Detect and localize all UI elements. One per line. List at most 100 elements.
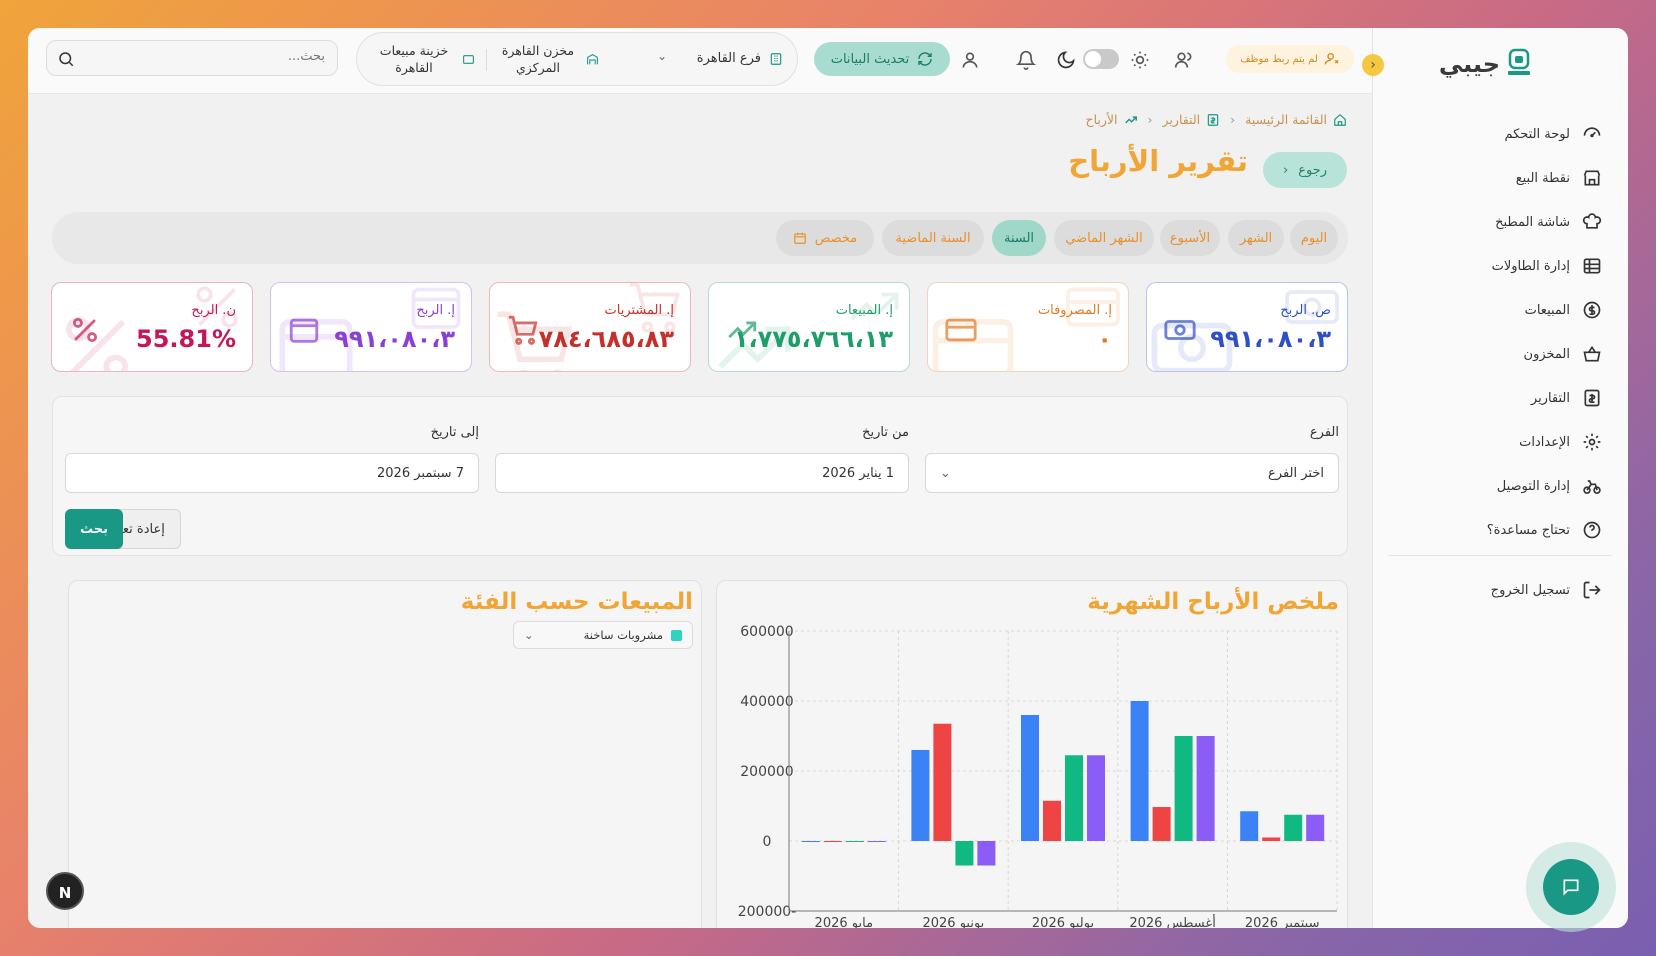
breadcrumb-reports[interactable]: التقارير: [1163, 112, 1201, 127]
chart-bar: [845, 841, 864, 842]
safe-label: خزينة مبيعات القاهرة: [379, 43, 449, 75]
chevron-down-icon[interactable]: ⌄: [657, 49, 667, 63]
collapse-sidebar-button[interactable]: ‹: [1362, 54, 1384, 76]
breadcrumb-separator: ‹: [1230, 112, 1236, 127]
sidebar-item-4[interactable]: المبيعات: [1397, 288, 1602, 332]
bike-icon: [1583, 480, 1601, 494]
safe-selector[interactable]: خزينة مبيعات القاهرة: [374, 42, 475, 76]
branch-label: فرع القاهرة: [696, 51, 761, 66]
logout-button[interactable]: تسجيل الخروج: [1491, 580, 1602, 600]
cart-icon: [508, 315, 538, 345]
chevron-down-icon: ⌄: [940, 465, 951, 481]
summary-cards: ص. الربح ٩٩١،٠٨٠،٣ إ. المصروفات ٠ إ. المبيعا…: [51, 282, 1348, 374]
home-icon[interactable]: [1333, 113, 1347, 127]
sidebar-item-0[interactable]: لوحة التحكم: [1397, 112, 1602, 156]
sidebar-item-label: التقارير: [1530, 390, 1570, 406]
sidebar-item-9[interactable]: تحتاج مساعدة؟: [1397, 508, 1602, 552]
credit-card-icon: [945, 318, 977, 342]
summary-card-1: إ. المصروفات ٠: [927, 282, 1129, 372]
y-tick-label: 600000: [740, 624, 793, 640]
branch-selector[interactable]: فرع القاهرة: [697, 51, 783, 66]
summary-card-3: إ. المشتريات ٧٨٤،٦٨٥،٨٣: [489, 282, 691, 372]
tab-period-3[interactable]: الشهر الماضي: [1054, 220, 1154, 256]
category-select[interactable]: مشروبات ساخنة ⌄: [513, 621, 693, 649]
help-icon: [1583, 521, 1601, 539]
period-label: مخصص: [814, 230, 858, 246]
sun-icon[interactable]: [1130, 50, 1150, 70]
tab-period-4[interactable]: السنة: [992, 220, 1046, 256]
dollar-circle-icon: [1583, 301, 1601, 319]
sidebar-nav: لوحة التحكم نقطة البيع شاشة المطبخ إدارة ال…: [1397, 112, 1602, 552]
tab-period-6[interactable]: مخصص: [776, 220, 874, 256]
topbar: لم يتم ربط موظف تحديث البيانات فرع القاه…: [28, 28, 1372, 94]
moon-icon[interactable]: [1056, 50, 1076, 70]
to-date-input[interactable]: 7 سبتمبر 2026: [65, 453, 479, 493]
search-input[interactable]: [85, 49, 325, 64]
chart-bar: [823, 841, 842, 842]
brand-name: جيبي: [1438, 50, 1500, 78]
chart-bar: [801, 841, 820, 842]
tab-period-1[interactable]: الشهر: [1228, 220, 1284, 256]
summary-card-2: إ. المبيعات ١،٧٧٥،٧٦٦،١٣: [708, 282, 910, 372]
chart-bar: [1043, 800, 1061, 841]
tab-period-5[interactable]: السنة الماضية: [882, 220, 984, 256]
basket-icon: [1583, 345, 1601, 362]
period-label: السنة الماضية: [895, 230, 971, 246]
sidebar-item-label: إدارة التوصيل: [1496, 478, 1570, 494]
category-color-swatch: [671, 629, 682, 641]
store-selector[interactable]: مخزن القاهرة المركزي: [498, 42, 599, 76]
theme-toggle[interactable]: [1083, 49, 1119, 69]
store-label: مخزن القاهرة المركزي: [501, 43, 575, 75]
chevron-left-icon: ‹: [1370, 57, 1376, 73]
search-button[interactable]: بحث: [65, 509, 123, 549]
card-value: ٩٩١،٠٨٠،٣: [334, 325, 455, 353]
chef-hat-icon: [1582, 213, 1602, 229]
table-icon: [1583, 258, 1601, 274]
from-date-input[interactable]: 1 يناير 2026: [495, 453, 909, 493]
branch-filter-select[interactable]: اختر الفرع ⌄: [925, 453, 1339, 493]
branch-filter-value: اختر الفرع: [1268, 465, 1324, 481]
sidebar-item-2[interactable]: شاشة المطبخ: [1397, 200, 1602, 244]
users-icon[interactable]: [1174, 50, 1194, 70]
sidebar-item-5[interactable]: المخزون: [1397, 332, 1602, 376]
chat-button[interactable]: [1526, 842, 1616, 932]
location-selector: فرع القاهرة ⌄ مخزن القاهرة المركزي خزينة…: [356, 32, 798, 86]
location-divider: [486, 49, 487, 71]
chart-bar: [867, 841, 886, 842]
period-label: الشهر: [1239, 230, 1273, 246]
employee-badge-label: لم يتم ربط موظف: [1240, 53, 1318, 65]
wallet-icon: [289, 318, 319, 343]
tab-period-2[interactable]: الأسبوع: [1160, 220, 1220, 256]
money-icon: [1164, 320, 1196, 340]
sidebar-item-7[interactable]: الإعدادات: [1397, 420, 1602, 464]
x-tick-label: يونيو 2026: [922, 916, 984, 928]
refresh-data-button[interactable]: تحديث البيانات: [814, 42, 950, 76]
sidebar-item-1[interactable]: نقطة البيع: [1397, 156, 1602, 200]
category-sales-title: المبيعات حسب الفئة: [460, 589, 693, 615]
card-label: إ. المصروفات: [1037, 303, 1112, 318]
y-tick-label: -200000: [738, 904, 797, 920]
sidebar-item-label: تحتاج مساعدة؟: [1486, 522, 1570, 538]
back-button[interactable]: رجوع ‹: [1263, 152, 1347, 188]
percent-icon: [72, 317, 98, 343]
card-value: 55.81%: [136, 325, 236, 353]
to-date-label: إلى تاريخ: [430, 425, 479, 440]
bell-icon[interactable]: [1016, 50, 1036, 70]
sidebar-item-6[interactable]: التقارير: [1397, 376, 1602, 420]
chat-icon: [1563, 879, 1579, 896]
tab-period-0[interactable]: اليوم: [1290, 220, 1338, 256]
user-warning-icon: [1324, 53, 1339, 65]
sidebar-item-label: المخزون: [1523, 346, 1570, 362]
next-badge[interactable]: N: [46, 872, 84, 910]
sidebar-item-3[interactable]: إدارة الطاولات: [1397, 244, 1602, 288]
user-icon[interactable]: [960, 50, 980, 70]
employee-badge[interactable]: لم يتم ربط موظف: [1226, 45, 1354, 73]
breadcrumb-home[interactable]: القائمة الرئيسية: [1245, 112, 1327, 127]
search-icon[interactable]: [57, 50, 75, 68]
gauge-icon: [1583, 127, 1601, 138]
sidebar-item-8[interactable]: إدارة التوصيل: [1397, 464, 1602, 508]
y-tick-label: 0: [763, 834, 772, 850]
chart-bar: [1262, 837, 1281, 841]
x-tick-label: سبتمبر 2026: [1245, 916, 1320, 928]
sidebar-item-label: الإعدادات: [1519, 434, 1570, 450]
